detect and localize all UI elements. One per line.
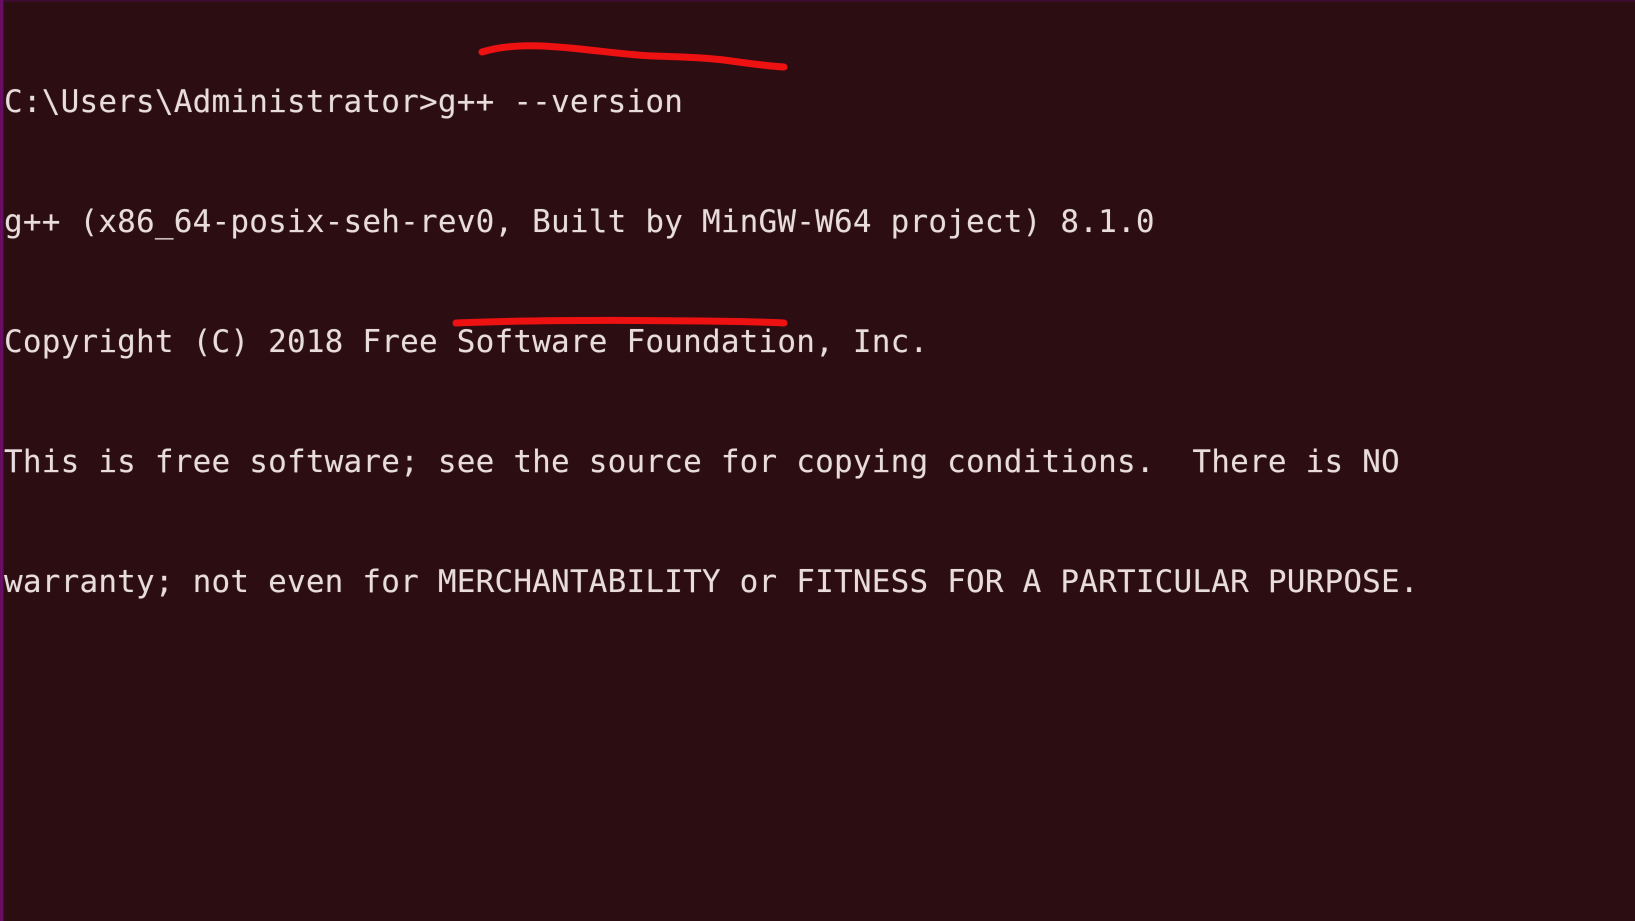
console-line: C:\Users\Administrator>g++ --version — [4, 84, 684, 120]
console-line: warranty; not even for MERCHANTABILITY o… — [4, 564, 1419, 600]
window-top-edge — [0, 0, 1635, 2]
console-line: g++ (x86_64-posix-seh-rev0, Built by Min… — [4, 204, 1155, 240]
command-prompt-window[interactable]: C:\Users\Administrator>g++ --version g++… — [0, 0, 1635, 921]
console-output-area[interactable]: C:\Users\Administrator>g++ --version g++… — [4, 2, 1635, 921]
console-line: This is free software; see the source fo… — [4, 444, 1400, 480]
console-line: Copyright (C) 2018 Free Software Foundat… — [4, 324, 929, 360]
window-left-edge — [0, 0, 4, 921]
